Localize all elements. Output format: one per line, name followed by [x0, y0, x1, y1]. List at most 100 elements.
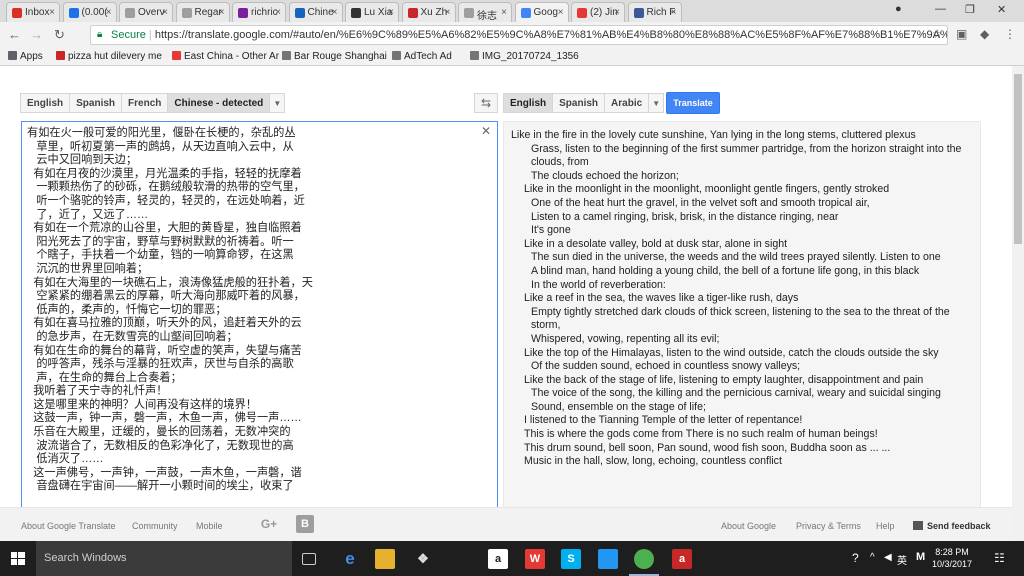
bookmark-item[interactable]: Apps — [8, 51, 43, 62]
reload-icon[interactable]: ↻ — [54, 27, 65, 43]
image-icon — [470, 51, 479, 60]
task-view-icon[interactable] — [302, 553, 316, 565]
browser-tab[interactable]: (0.00(× — [62, 2, 117, 22]
community-link[interactable]: Community — [132, 521, 178, 531]
page-scrollbar[interactable] — [1012, 66, 1024, 541]
file-explorer-icon[interactable] — [375, 549, 395, 569]
google-plus-icon[interactable]: G+ — [260, 515, 278, 533]
browser-tab[interactable]: 徐志 × — [458, 2, 512, 22]
camera-icon[interactable]: ▣ — [956, 27, 967, 41]
profile-icon[interactable]: ● — [895, 3, 902, 15]
source-lang-french[interactable]: French — [121, 93, 169, 113]
bookmark-icon — [172, 51, 181, 60]
page-icon — [125, 8, 135, 18]
help-link[interactable]: Help — [876, 521, 895, 531]
clock-time: 8:28 PM — [935, 547, 969, 557]
tab-label: Xu Zh — [420, 7, 448, 18]
close-tab-icon[interactable]: × — [332, 7, 338, 18]
edge-icon[interactable]: e — [340, 549, 360, 569]
about-translate-link[interactable]: About Google Translate — [21, 521, 116, 531]
target-lang-spanish[interactable]: Spanish — [552, 93, 606, 113]
skype-icon[interactable]: S — [561, 549, 581, 569]
source-line: 一颗颗热伤了的砂砾，在鹅绒般软滑的热带的空气里， — [27, 181, 305, 194]
browser-tab[interactable]: Inbox × — [6, 2, 60, 22]
dropbox-icon[interactable]: ❖ — [413, 549, 433, 569]
browser-tab[interactable]: Chine × — [288, 2, 343, 22]
clear-text-icon[interactable]: ✕ — [481, 124, 491, 138]
notifications-icon[interactable]: ☷ — [994, 551, 1005, 565]
close-tab-icon[interactable]: × — [49, 7, 55, 18]
translation-line: Like the back of the stage of life, list… — [524, 373, 924, 386]
bookmark-star-icon[interactable]: ☆ — [932, 27, 943, 41]
youdao-icon[interactable]: a — [672, 549, 692, 569]
ime-mode-icon[interactable]: M — [916, 551, 925, 563]
source-line: 云中又回响到天边； — [27, 154, 138, 167]
source-lang-english[interactable]: English — [20, 93, 71, 113]
tab-strip: ● — ❐ ✕ Inbox × (0.00(× Overv × Regar × richric… — [0, 0, 1024, 22]
source-lang-dropdown-icon[interactable]: ▼ — [269, 93, 286, 113]
explorer-app-icon[interactable] — [598, 549, 618, 569]
source-text-area[interactable]: 有如在火一般可爱的阳光里，偃卧在长梗的，杂乱的丛 草里，听初夏第一声的鹧鸪，从天… — [21, 121, 498, 511]
translate-button[interactable]: Translate — [666, 92, 720, 114]
windows-start-icon[interactable] — [0, 541, 36, 576]
scrollbar-thumb[interactable] — [1014, 74, 1022, 244]
windows-search-box[interactable]: Search Windows — [36, 541, 292, 576]
source-lang-spanish[interactable]: Spanish — [69, 93, 123, 113]
restore-icon[interactable]: ❐ — [965, 3, 975, 16]
browser-tab[interactable]: Xu Zh × — [401, 2, 456, 22]
wps-icon[interactable]: W — [525, 549, 545, 569]
help-tray-icon[interactable]: ? — [852, 551, 859, 565]
bookmark-item[interactable]: IMG_20170724_1356 — [470, 51, 579, 62]
target-lang-arabic[interactable]: Arabic — [604, 93, 650, 113]
bookmark-item[interactable]: East China - Other Ar — [172, 51, 279, 62]
blue-swoosh-icon — [294, 8, 305, 18]
close-tab-icon[interactable]: × — [558, 7, 564, 18]
close-tab-icon[interactable]: × — [614, 7, 620, 18]
target-lang-dropdown-icon[interactable]: ▼ — [648, 93, 665, 113]
target-lang-english[interactable]: English — [503, 93, 554, 113]
back-icon[interactable]: ← — [8, 27, 21, 42]
bookmark-item[interactable]: pizza hut dilevery me — [56, 51, 162, 62]
browser-tab[interactable]: Lu Xia × — [345, 2, 399, 22]
close-tab-icon[interactable]: × — [501, 7, 507, 18]
bookmark-item[interactable]: Bar Rouge Shanghai — [282, 51, 387, 62]
swap-languages-icon[interactable]: ⇆ — [474, 93, 498, 113]
about-google-link[interactable]: About Google — [721, 521, 776, 531]
close-window-icon[interactable]: ✕ — [997, 3, 1006, 16]
ime-indicator[interactable]: 英 — [897, 552, 907, 567]
system-clock[interactable]: 8:28 PM 10/3/2017 — [930, 546, 974, 570]
bookmark-item[interactable]: AdTech Ad — [392, 51, 452, 62]
translation-line: Like in the moonlight in the moonlight, … — [524, 183, 890, 196]
send-feedback-button[interactable]: Send feedback — [913, 521, 991, 531]
mobile-link[interactable]: Mobile — [196, 521, 223, 531]
close-tab-icon[interactable]: × — [671, 7, 677, 18]
menu-icon[interactable]: ⋮ — [1004, 27, 1016, 41]
forward-icon[interactable]: → — [30, 27, 43, 42]
page-icon — [464, 8, 474, 18]
browser-tab[interactable]: (2) Jin × — [571, 2, 625, 22]
browser-tab[interactable]: Regar × — [175, 2, 230, 22]
close-tab-icon[interactable]: × — [162, 7, 168, 18]
privacy-terms-link[interactable]: Privacy & Terms — [796, 521, 861, 531]
lock-icon: 🔒︎ — [97, 29, 103, 40]
amazon-icon[interactable]: a — [488, 549, 508, 569]
close-tab-icon[interactable]: × — [275, 7, 281, 18]
browser-tab[interactable]: Rich F × — [627, 2, 682, 22]
close-tab-icon[interactable]: × — [445, 7, 451, 18]
blogger-icon[interactable]: B — [296, 515, 314, 533]
close-tab-icon[interactable]: × — [388, 7, 394, 18]
browser-tab[interactable]: Overv × — [119, 2, 173, 22]
volume-icon[interactable]: ◀ — [884, 552, 892, 563]
tray-chevron-icon[interactable]: ^ — [870, 552, 875, 563]
close-tab-icon[interactable]: × — [219, 7, 225, 18]
chrome-icon[interactable] — [634, 549, 654, 569]
browser-tab[interactable]: richric × — [232, 2, 286, 22]
source-text[interactable]: 有如在火一般可爱的阳光里，偃卧在长梗的，杂乱的丛 草里，听初夏第一声的鹧鸪，从天… — [27, 127, 477, 494]
mail-icon — [238, 8, 248, 18]
source-lang-detected[interactable]: Chinese - detected — [167, 93, 271, 113]
address-bar[interactable]: 🔒︎ Secure | https://translate.google.com… — [90, 25, 948, 45]
minimize-icon[interactable]: — — [935, 3, 946, 15]
browser-tab[interactable]: Goog × — [514, 2, 569, 22]
extension-icon[interactable]: ◆ — [980, 27, 989, 41]
close-tab-icon[interactable]: × — [106, 7, 112, 18]
